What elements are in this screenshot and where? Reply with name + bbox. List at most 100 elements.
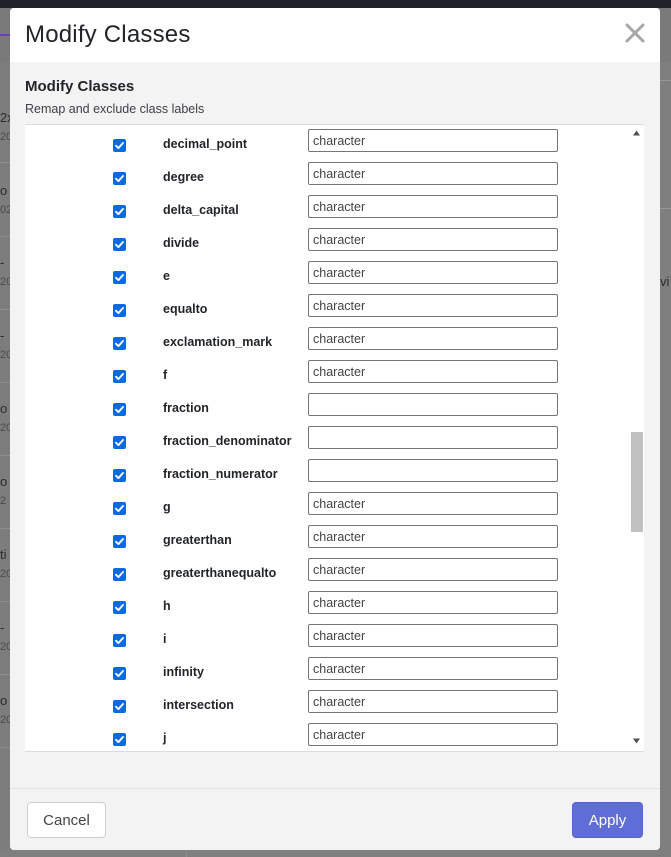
checkmark-icon xyxy=(115,274,124,282)
class-remap-input[interactable] xyxy=(308,459,558,482)
checkmark-icon xyxy=(115,604,124,612)
apply-button[interactable]: Apply xyxy=(572,802,643,838)
close-button[interactable] xyxy=(622,20,648,46)
class-include-checkbox[interactable] xyxy=(113,238,126,251)
class-row: delta_capital xyxy=(25,191,625,224)
cancel-button[interactable]: Cancel xyxy=(27,802,106,838)
scrollbar[interactable] xyxy=(629,125,644,751)
background-divider xyxy=(660,208,671,209)
class-name-label: delta_capital xyxy=(163,203,239,217)
background-text-fragment: 20 xyxy=(0,641,10,653)
class-remap-input[interactable] xyxy=(308,723,558,746)
class-remap-input[interactable] xyxy=(308,129,558,152)
background-divider xyxy=(660,80,671,81)
class-name-label: greaterthanequalto xyxy=(163,566,277,580)
background-divider xyxy=(0,309,10,310)
class-row: i xyxy=(25,620,625,653)
class-name-label: h xyxy=(163,599,171,613)
class-row: equalto xyxy=(25,290,625,323)
checkmark-icon xyxy=(115,703,124,711)
class-remap-input[interactable] xyxy=(308,228,558,251)
background-divider xyxy=(186,850,187,857)
class-include-checkbox[interactable] xyxy=(113,436,126,449)
class-row: degree xyxy=(25,158,625,191)
list-divider xyxy=(25,751,644,752)
class-remap-input[interactable] xyxy=(308,195,558,218)
class-include-checkbox[interactable] xyxy=(113,304,126,317)
class-include-checkbox[interactable] xyxy=(113,634,126,647)
class-include-checkbox[interactable] xyxy=(113,139,126,152)
checkmark-icon xyxy=(115,373,124,381)
checkmark-icon xyxy=(115,538,124,546)
class-remap-input[interactable] xyxy=(308,558,558,581)
class-name-label: g xyxy=(163,500,171,514)
class-remap-input[interactable] xyxy=(308,294,558,317)
class-name-label: i xyxy=(163,632,167,646)
background-text-fragment: o xyxy=(0,474,8,489)
class-row: fraction_numerator xyxy=(25,455,625,488)
class-remap-input[interactable] xyxy=(308,591,558,614)
class-name-label: e xyxy=(163,269,170,283)
class-remap-input[interactable] xyxy=(308,690,558,713)
checkmark-icon xyxy=(115,571,124,579)
class-include-checkbox[interactable] xyxy=(113,271,126,284)
background-divider xyxy=(0,601,10,602)
class-include-checkbox[interactable] xyxy=(113,601,126,614)
background-text-fragment: 20 xyxy=(0,131,10,143)
background-divider xyxy=(0,162,10,163)
class-row: j xyxy=(25,719,625,751)
class-row: g xyxy=(25,488,625,521)
class-remap-input[interactable] xyxy=(308,492,558,515)
class-remap-input[interactable] xyxy=(308,393,558,416)
background-text-fragment: o xyxy=(0,401,8,416)
class-include-checkbox[interactable] xyxy=(113,370,126,383)
background-top-bar xyxy=(0,0,671,8)
class-remap-input[interactable] xyxy=(308,657,558,680)
checkmark-icon xyxy=(115,241,124,249)
class-include-checkbox[interactable] xyxy=(113,568,126,581)
class-remap-input[interactable] xyxy=(308,360,558,383)
class-include-checkbox[interactable] xyxy=(113,403,126,416)
class-include-checkbox[interactable] xyxy=(113,205,126,218)
class-remap-input[interactable] xyxy=(308,426,558,449)
background-text-fragment: - xyxy=(0,328,5,343)
class-include-checkbox[interactable] xyxy=(113,667,126,680)
scrollbar-thumb[interactable] xyxy=(631,432,643,532)
class-row: greaterthanequalto xyxy=(25,554,625,587)
background-divider xyxy=(0,747,10,748)
class-row: infinity xyxy=(25,653,625,686)
class-name-label: fraction_denominator xyxy=(163,434,292,448)
class-include-checkbox[interactable] xyxy=(113,535,126,548)
background-divider xyxy=(0,382,10,383)
class-include-checkbox[interactable] xyxy=(113,337,126,350)
class-row: intersection xyxy=(25,686,625,719)
checkmark-icon xyxy=(115,175,124,183)
class-include-checkbox[interactable] xyxy=(113,469,126,482)
close-icon xyxy=(625,23,645,43)
triangle-down-icon[interactable] xyxy=(632,737,641,745)
background-text-fragment: 20 xyxy=(0,276,10,288)
background-text-fragment: 20 xyxy=(0,568,10,580)
class-row: fraction_denominator xyxy=(25,422,625,455)
class-row: h xyxy=(25,587,625,620)
class-row: exclamation_mark xyxy=(25,323,625,356)
class-row: f xyxy=(25,356,625,389)
class-remap-input[interactable] xyxy=(308,162,558,185)
class-include-checkbox[interactable] xyxy=(113,172,126,185)
class-remap-input[interactable] xyxy=(308,525,558,548)
checkmark-icon xyxy=(115,505,124,513)
class-include-checkbox[interactable] xyxy=(113,733,126,746)
class-list[interactable]: decimal_pointdegree delta_capitaldivide e e… xyxy=(25,125,644,751)
class-include-checkbox[interactable] xyxy=(113,502,126,515)
class-name-label: fraction_numerator xyxy=(163,467,278,481)
modal-title: Modify Classes xyxy=(25,21,191,48)
class-remap-input[interactable] xyxy=(308,327,558,350)
triangle-up-icon[interactable] xyxy=(632,129,641,137)
background-text-fragment: vi xyxy=(660,274,670,289)
class-remap-input[interactable] xyxy=(308,624,558,647)
checkmark-icon xyxy=(115,307,124,315)
class-name-label: f xyxy=(163,368,168,382)
background-text-fragment: 02 xyxy=(0,204,10,216)
class-include-checkbox[interactable] xyxy=(113,700,126,713)
class-remap-input[interactable] xyxy=(308,261,558,284)
